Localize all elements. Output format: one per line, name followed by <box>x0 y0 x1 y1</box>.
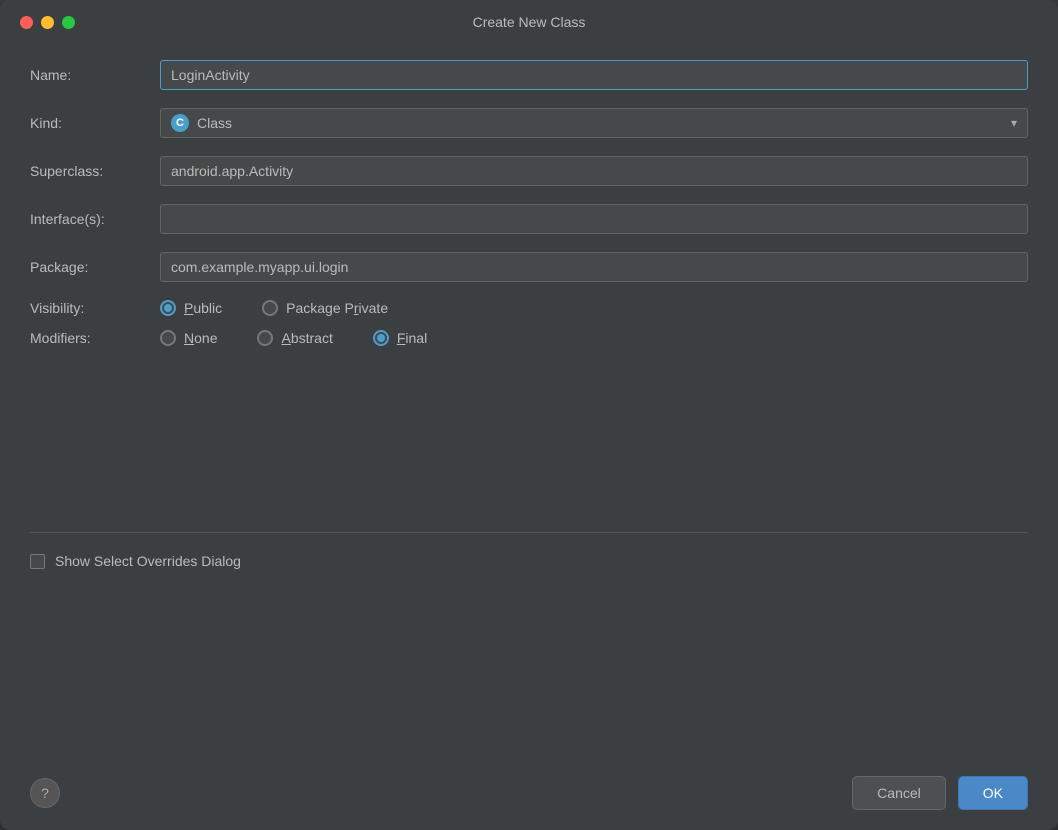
modifier-abstract-option[interactable]: Abstract <box>257 330 332 346</box>
kind-label: Kind: <box>30 115 160 131</box>
minimize-button[interactable] <box>41 16 54 29</box>
visibility-public-radio[interactable] <box>160 300 176 316</box>
interfaces-input[interactable] <box>160 204 1028 234</box>
maximize-button[interactable] <box>62 16 75 29</box>
modifier-final-option[interactable]: Final <box>373 330 427 346</box>
help-button[interactable]: ? <box>30 778 60 808</box>
modifier-abstract-label: Abstract <box>281 330 332 346</box>
window-controls <box>20 16 75 29</box>
chevron-down-icon: ▾ <box>1011 116 1017 130</box>
help-icon: ? <box>41 785 49 801</box>
dialog-title: Create New Class <box>473 14 586 30</box>
superclass-label: Superclass: <box>30 163 160 179</box>
package-row: Package: <box>30 252 1028 282</box>
visibility-options: Public Package Private <box>160 300 388 316</box>
modifier-final-radio-inner <box>377 334 385 342</box>
title-bar: Create New Class <box>0 0 1058 40</box>
visibility-package-private-option[interactable]: Package Private <box>262 300 388 316</box>
create-new-class-dialog: Create New Class Name: Kind: C Class ▾ S… <box>0 0 1058 830</box>
visibility-public-option[interactable]: Public <box>160 300 222 316</box>
modifier-abstract-radio[interactable] <box>257 330 273 346</box>
name-label: Name: <box>30 67 160 83</box>
modifiers-label: Modifiers: <box>30 330 160 346</box>
ok-button[interactable]: OK <box>958 776 1028 810</box>
kind-row: Kind: C Class ▾ <box>30 108 1028 138</box>
modifier-final-label: Final <box>397 330 427 346</box>
modifier-final-radio[interactable] <box>373 330 389 346</box>
kind-icon: C <box>171 114 189 132</box>
modifiers-options: None Abstract Final <box>160 330 427 346</box>
visibility-package-private-radio[interactable] <box>262 300 278 316</box>
interfaces-row: Interface(s): <box>30 204 1028 234</box>
kind-dropdown[interactable]: C Class ▾ <box>160 108 1028 138</box>
kind-value: Class <box>197 115 232 131</box>
superclass-input[interactable] <box>160 156 1028 186</box>
modifiers-row: Modifiers: None Abstract Final <box>30 330 1028 346</box>
dialog-footer: ? Cancel OK <box>0 761 1058 830</box>
footer-buttons: Cancel OK <box>852 776 1028 810</box>
name-row: Name: <box>30 60 1028 90</box>
dialog-content: Name: Kind: C Class ▾ Superclass: Interf… <box>0 40 1058 761</box>
visibility-label: Visibility: <box>30 300 160 316</box>
show-overrides-checkbox[interactable] <box>30 554 45 569</box>
name-input[interactable] <box>160 60 1028 90</box>
visibility-public-label: Public <box>184 300 222 316</box>
divider <box>30 532 1028 533</box>
kind-dropdown-left: C Class <box>171 114 232 132</box>
superclass-row: Superclass: <box>30 156 1028 186</box>
visibility-public-radio-inner <box>164 304 172 312</box>
close-button[interactable] <box>20 16 33 29</box>
interfaces-label: Interface(s): <box>30 211 160 227</box>
package-label: Package: <box>30 259 160 275</box>
package-input[interactable] <box>160 252 1028 282</box>
visibility-row: Visibility: Public Package Private <box>30 300 1028 316</box>
checkbox-row: Show Select Overrides Dialog <box>30 553 1028 569</box>
modifier-none-label: None <box>184 330 217 346</box>
cancel-button[interactable]: Cancel <box>852 776 946 810</box>
modifier-none-radio[interactable] <box>160 330 176 346</box>
visibility-package-private-label: Package Private <box>286 300 388 316</box>
show-overrides-label: Show Select Overrides Dialog <box>55 553 241 569</box>
modifier-none-option[interactable]: None <box>160 330 217 346</box>
